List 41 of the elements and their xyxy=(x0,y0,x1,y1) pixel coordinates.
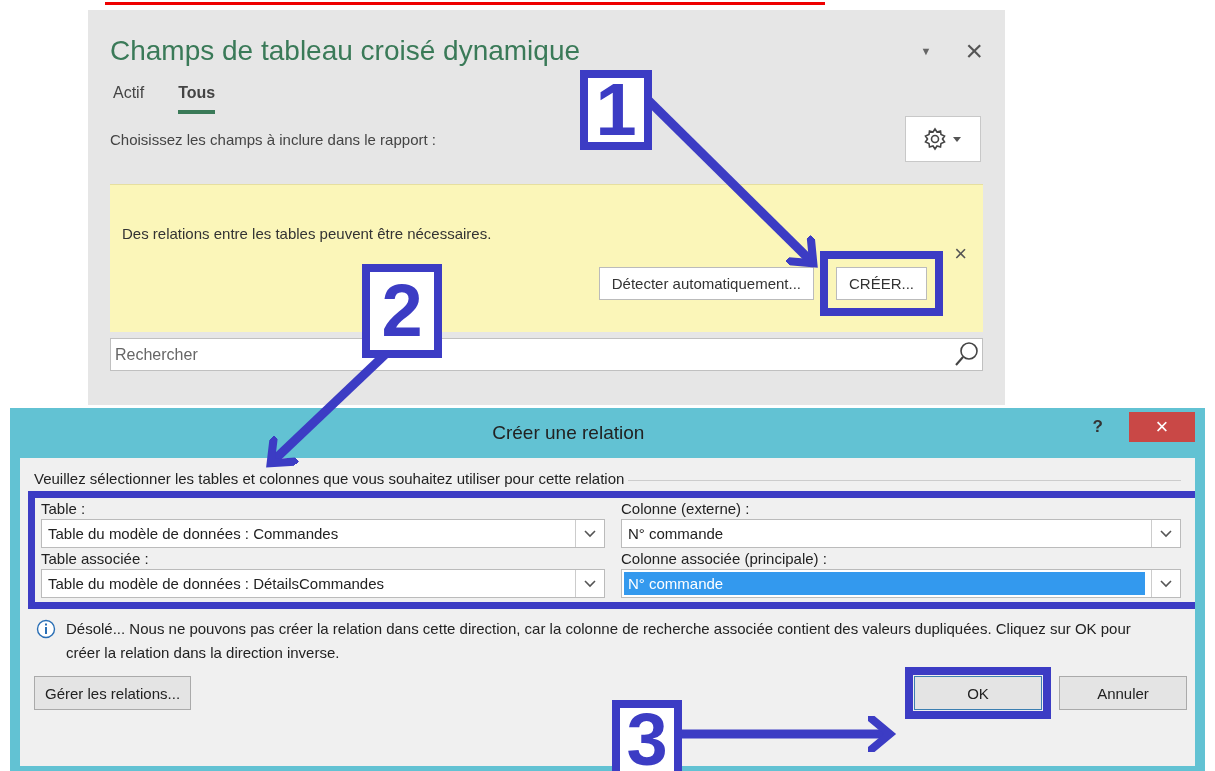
step-number: 3 xyxy=(612,700,682,771)
dialog-button[interactable]: OK xyxy=(914,676,1042,710)
search-field[interactable]: Rechercher xyxy=(110,338,983,371)
settings-icon xyxy=(923,127,963,151)
tab[interactable]: Actif xyxy=(113,80,145,114)
chevron-down-icon xyxy=(584,529,596,538)
dropdown-value: N° commande xyxy=(624,572,1145,595)
step-number: 1 xyxy=(580,70,652,150)
tab[interactable]: Tous xyxy=(178,80,216,114)
dialog-button[interactable]: Gérer les relations... xyxy=(34,676,192,710)
dropdown-value: Table du modèle de données : Commandes xyxy=(47,524,340,544)
chevron-down-icon xyxy=(1160,579,1172,588)
dropdown-field[interactable]: Table du modèle de données : DétailsCommandes xyxy=(41,569,605,598)
dropdown-value: Table du modèle de données : DétailsCommandes xyxy=(47,574,386,594)
chevron-down-icon xyxy=(1160,529,1172,538)
field-label: Table associée : xyxy=(41,550,150,567)
dropdown-field[interactable]: N° commande xyxy=(621,519,1181,548)
banner-message: Des relations entre les tables peuvent être nécessaires. xyxy=(122,225,492,242)
pane-title: Champs de tableau croisé dynamique xyxy=(110,35,581,67)
close-button[interactable]: × xyxy=(965,34,983,68)
pane-options-caret[interactable]: ▼ xyxy=(920,45,932,57)
dialog-title: Créer une relation xyxy=(491,422,646,444)
help-button[interactable]: ? xyxy=(1086,416,1109,438)
chevron-down-icon xyxy=(584,579,596,588)
instruction-text: Choisissez les champs à inclure dans le rapport : xyxy=(110,130,436,148)
info-message: Désolé... Nous ne pouvons pas créer la relation dans cette direction, car la colonne de recherche associée contient des valeurs dupliquées. Cliquez sur OK pour créer la relation dans la direction inverse. xyxy=(66,619,1132,663)
dialog-button[interactable]: Annuler xyxy=(1059,676,1187,710)
field-label: Table : xyxy=(41,500,87,517)
group-label: Veuillez sélectionner les tables et colonnes que vous souhaitez utiliser pour cette relation xyxy=(34,470,625,487)
field-label: Colonne associée (principale) : xyxy=(621,550,828,567)
settings-button[interactable] xyxy=(905,116,981,162)
info-icon xyxy=(36,619,56,639)
search-icon xyxy=(954,341,980,367)
dismiss-button[interactable]: × xyxy=(954,243,967,265)
dropdown-value: N° commande xyxy=(627,524,725,544)
step-number: 2 xyxy=(362,264,442,358)
field-label: Colonne (externe) : xyxy=(621,500,751,517)
banner-button[interactable]: CRÉER... xyxy=(836,267,927,300)
close-button[interactable]: × xyxy=(1129,412,1195,442)
dropdown-field[interactable]: Table du modèle de données : Commandes xyxy=(41,519,605,548)
banner-button[interactable]: Détecter automatiquement... xyxy=(598,267,814,300)
